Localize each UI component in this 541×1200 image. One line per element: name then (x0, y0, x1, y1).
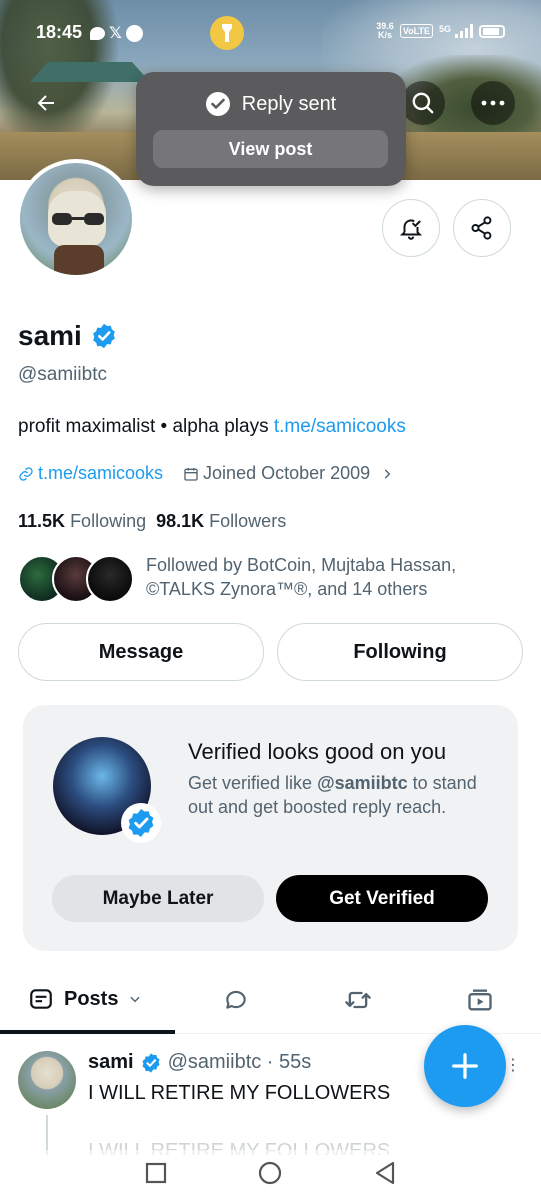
vc-body-prefix: Get verified like (188, 773, 318, 793)
status-bar: 18:45 𝕏 39.6 K/s VoLTE 5G (0, 16, 541, 50)
chevron-down-icon (130, 996, 141, 1003)
verified-badge-icon (142, 1052, 160, 1073)
circle-icon (258, 1161, 282, 1185)
active-tab-indicator (0, 1030, 175, 1034)
system-navigation-bar (0, 1150, 541, 1200)
repost-icon (345, 991, 371, 1009)
bell-check-icon (399, 219, 423, 240)
network-speed-unit: K/s (378, 30, 393, 40)
joined-date[interactable]: Joined October 2009 (183, 463, 394, 484)
message-button[interactable]: Message (18, 623, 264, 681)
following-count-label: Following (70, 511, 147, 531)
triangle-back-icon (375, 1161, 395, 1185)
maybe-later-button[interactable]: Maybe Later (52, 875, 264, 922)
tab-replies[interactable] (222, 986, 250, 1014)
status-notification-icons: 𝕏 (90, 23, 143, 43)
follower-avatar (86, 555, 134, 603)
more-options-button[interactable] (471, 81, 515, 125)
post-more-icon[interactable]: ⋮ (505, 1055, 521, 1075)
verified-badge-icon (121, 803, 161, 843)
tab-posts[interactable]: Posts (28, 986, 142, 1012)
arrow-left-icon (37, 95, 54, 111)
followers-count-label: Followers (209, 511, 287, 531)
followed-by-text: Followed by BotCoin, Mujtaba Hassan, ©TA… (146, 555, 457, 599)
bio-link[interactable]: t.me/samicooks (274, 416, 406, 437)
website-link[interactable]: t.me/samicooks (18, 463, 163, 484)
website-text[interactable]: t.me/samicooks (38, 463, 163, 484)
compose-button[interactable] (424, 1025, 506, 1107)
status-indicators: 39.6 K/s VoLTE 5G (376, 22, 505, 40)
follow-counts: 11.5K Following 98.1K Followers (18, 511, 286, 532)
profile-meta: t.me/samicooks Joined October 2009 (18, 463, 394, 484)
banner-canopy (30, 62, 150, 82)
following-count-link[interactable]: 11.5K Following (18, 511, 146, 532)
reply-icon (226, 990, 246, 1009)
followers-count: 98.1K (156, 511, 205, 531)
more-dots-icon (481, 100, 505, 106)
plus-icon (452, 1053, 478, 1079)
toast-text: Reply sent (241, 92, 337, 115)
calendar-icon (184, 467, 198, 481)
get-verified-card: Verified looks good on you Get verified … (23, 705, 518, 951)
toast-message: Reply sent (136, 92, 406, 116)
square-icon (145, 1162, 167, 1184)
share-button[interactable] (453, 199, 511, 257)
share-icon (471, 216, 492, 240)
back-button[interactable] (24, 81, 68, 125)
verified-card-title: Verified looks good on you (188, 739, 447, 764)
tab-posts-label: Posts (64, 987, 119, 1010)
following-button[interactable]: Following (277, 623, 523, 681)
vc-body-handle: @samiibtc (317, 773, 408, 793)
profile-avatar[interactable] (16, 159, 136, 279)
app-notification-icon (125, 24, 143, 42)
profile-name: sami (18, 320, 82, 351)
link-icon (19, 466, 33, 481)
tab-media[interactable] (466, 986, 494, 1014)
reply-sent-toast: Reply sent View post (136, 72, 406, 186)
joined-text: Joined October 2009 (203, 463, 371, 483)
post-handle-time: @samiibtc · 55s (167, 1051, 312, 1073)
following-count: 11.5K (18, 511, 66, 531)
x-notification-icon: 𝕏 (109, 25, 122, 42)
chat-notification-icon (90, 26, 105, 40)
post-header: sami @samiibtc · 55s (88, 1051, 311, 1074)
check-circle-icon (205, 92, 230, 116)
verified-badge-icon[interactable] (90, 322, 118, 350)
chevron-right-icon (384, 468, 391, 479)
volte-badge: VoLTE (399, 24, 433, 38)
system-back-button[interactable] (372, 1160, 398, 1186)
followers-count-link[interactable]: 98.1K Followers (156, 511, 286, 532)
avatar-glasses (52, 213, 104, 225)
post-avatar[interactable] (18, 1051, 76, 1109)
followed-by-avatars (18, 555, 134, 605)
home-button[interactable] (257, 1160, 283, 1186)
profile-bio: profit maximalist • alpha plays t.me/sam… (18, 416, 406, 438)
post-author-name[interactable]: sami (88, 1051, 134, 1074)
network-type: 5G (438, 24, 451, 34)
network-speed: 39.6 K/s (376, 22, 394, 40)
battery-icon (479, 24, 505, 38)
verified-card-body: Get verified like @samiibtc to stand out… (188, 771, 488, 819)
avatar-body (54, 245, 104, 275)
view-post-button[interactable]: View post (153, 130, 388, 168)
bio-text: profit maximalist • alpha plays (18, 416, 274, 437)
search-icon (412, 92, 434, 114)
signal-icon: 5G (439, 24, 473, 38)
profile-name-row: sami (18, 320, 118, 352)
profile-handle: @samiibtc (18, 364, 107, 385)
post-text: I WILL RETIRE MY FOLLOWERS (88, 1082, 391, 1104)
thread-line (46, 1115, 48, 1155)
posts-icon (30, 989, 52, 1009)
search-button[interactable] (401, 81, 445, 125)
tab-reposts[interactable] (344, 986, 372, 1014)
status-time: 18:45 (36, 22, 83, 42)
media-icon (468, 989, 492, 1011)
get-verified-button[interactable]: Get Verified (276, 875, 488, 922)
flashlight-icon[interactable] (210, 16, 244, 50)
notifications-button[interactable] (382, 199, 440, 257)
recent-apps-button[interactable] (143, 1160, 169, 1186)
